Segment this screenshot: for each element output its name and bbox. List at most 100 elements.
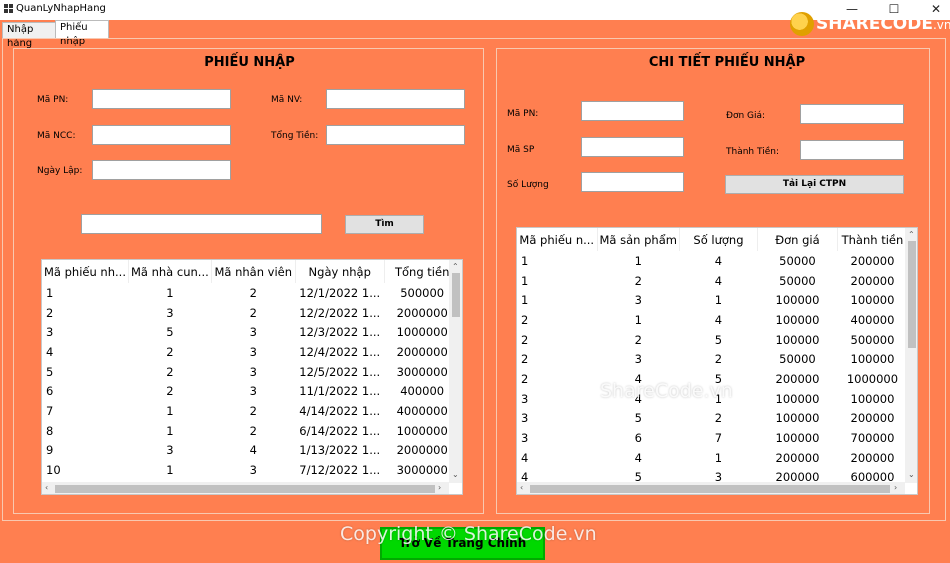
thanh-tien-input[interactable] xyxy=(800,140,904,160)
scroll-up-icon[interactable]: ⌃ xyxy=(908,230,915,240)
phieu-nhap-table[interactable]: Mã phiếu nh... Mã nhà cun... Mã nhân viê… xyxy=(41,259,463,495)
table-row[interactable]: 1 2 4 50000 200000 xyxy=(517,271,907,291)
column-header[interactable]: Mã nhân viên xyxy=(211,260,296,283)
table-cell: 100000 xyxy=(850,352,895,367)
table-cell: 200000 xyxy=(775,371,820,386)
table-cell: 100000 xyxy=(775,411,820,426)
table-row[interactable]: 2 3 2 12/2/2022 1... 2000000 xyxy=(42,303,460,323)
scroll-thumb[interactable] xyxy=(55,485,435,493)
table-cell: 2 xyxy=(166,344,174,359)
table-cell: 12/4/2022 1... xyxy=(299,344,381,359)
ma-nv-input[interactable] xyxy=(326,89,465,109)
column-header[interactable]: Mã phiếu n... xyxy=(517,228,598,251)
thanh-tien-label: Thành Tiền: xyxy=(726,147,779,157)
column-header[interactable]: Thành tiền xyxy=(837,228,908,251)
table-cell: 2 xyxy=(249,423,257,438)
search-button[interactable]: Tìm xyxy=(345,215,424,234)
table-row[interactable]: 2 1 4 100000 400000 xyxy=(517,310,907,330)
table-row[interactable]: 2 2 5 100000 500000 xyxy=(517,330,907,350)
don-gia-label: Đơn Giá: xyxy=(726,111,766,121)
table-cell: 5 xyxy=(714,332,723,347)
table-row[interactable]: 5 2 3 12/5/2022 1... 3000000 xyxy=(42,362,460,382)
ma-pn-input[interactable] xyxy=(92,89,231,109)
table-row[interactable]: 6 2 3 11/1/2022 1... 400000 xyxy=(42,381,460,401)
reload-ctpn-button[interactable]: Tải Lại CTPN xyxy=(725,175,904,194)
scroll-down-icon[interactable]: ⌄ xyxy=(452,470,459,480)
table-row[interactable]: 4 2 3 12/4/2022 1... 2000000 xyxy=(42,342,460,362)
table-cell: 6 xyxy=(634,431,642,446)
table-cell: 100000 xyxy=(775,293,820,308)
column-header[interactable]: Mã phiếu nh... xyxy=(42,260,129,283)
table-cell: 7 xyxy=(714,431,723,446)
table-cell: 9 xyxy=(46,443,54,458)
ma-sp-label: Mã SP xyxy=(507,145,535,155)
table-cell: 11/1/2022 1... xyxy=(299,384,381,399)
table-row[interactable]: 10 1 3 7/12/2022 1... 3000000 xyxy=(42,460,460,480)
column-header[interactable]: Đơn giá xyxy=(757,228,838,251)
scroll-right-icon[interactable]: › xyxy=(438,483,441,493)
table-cell: 100000 xyxy=(775,332,820,347)
tab-phieu-nhap[interactable]: Phiếu nhập xyxy=(55,20,109,47)
table-cell: 3 xyxy=(249,325,257,340)
tong-tien-label: Tổng Tiền: xyxy=(271,131,319,141)
column-header[interactable]: Ngày nhập xyxy=(295,260,385,283)
column-header[interactable]: Mã sản phẩm xyxy=(597,228,680,251)
table-cell: 2 xyxy=(249,285,257,300)
table-row[interactable]: 3 5 3 12/3/2022 1... 1000000 xyxy=(42,322,460,342)
table-cell: 3 xyxy=(166,305,174,320)
column-header[interactable]: Mã nhà cun... xyxy=(128,260,212,283)
ma-ncc-input[interactable] xyxy=(92,125,231,145)
ma-sp-input[interactable] xyxy=(581,137,684,157)
scroll-left-icon[interactable]: ‹ xyxy=(520,483,523,493)
scroll-left-icon[interactable]: ‹ xyxy=(45,483,48,493)
ngay-lap-input[interactable] xyxy=(92,160,231,180)
table-cell: 4 xyxy=(249,443,257,458)
scroll-thumb[interactable] xyxy=(452,273,460,317)
search-input[interactable] xyxy=(81,214,322,234)
don-gia-input[interactable] xyxy=(800,104,904,124)
table-cell: 2 xyxy=(521,371,529,386)
table-cell: 3 xyxy=(46,325,54,340)
table-row[interactable]: 3 6 7 100000 700000 xyxy=(517,428,907,448)
table-row[interactable]: 7 1 2 4/14/2022 1... 4000000 xyxy=(42,401,460,421)
table-row[interactable]: 8 1 2 6/14/2022 1... 1000000 xyxy=(42,421,460,441)
chi-tiet-group: CHI TIẾT PHIẾU NHẬP Mã PN: Đơn Giá: Mã S… xyxy=(496,48,930,514)
table-cell: 12/1/2022 1... xyxy=(299,285,381,300)
table-row[interactable]: 1 1 4 50000 200000 xyxy=(517,251,907,271)
table-cell: 1000000 xyxy=(846,371,899,386)
chi-tiet-table[interactable]: Mã phiếu n... Mã sản phẩm Số lượng Đơn g… xyxy=(516,227,918,495)
vertical-scrollbar[interactable]: ⌃ ⌄ xyxy=(905,228,917,483)
table-row[interactable]: 1 1 2 12/1/2022 1... 500000 xyxy=(42,283,460,303)
so-luong-input[interactable] xyxy=(581,172,684,192)
scroll-down-icon[interactable]: ⌄ xyxy=(908,470,915,480)
table-cell: 2 xyxy=(714,411,723,426)
table-cell: 1 xyxy=(634,312,642,327)
table-cell: 2 xyxy=(521,312,529,327)
table-row[interactable]: 9 3 4 1/13/2022 1... 2000000 xyxy=(42,441,460,461)
scroll-right-icon[interactable]: › xyxy=(894,483,897,493)
tab-nhap-hang[interactable]: Nhập hàng xyxy=(2,22,56,49)
table-cell: 4 xyxy=(46,344,54,359)
scroll-thumb[interactable] xyxy=(530,485,890,493)
table-cell: 4 xyxy=(634,450,642,465)
ngay-lap-label: Ngày Lập: xyxy=(37,166,83,176)
table-cell: 50000 xyxy=(779,273,816,288)
column-header[interactable]: Số lượng xyxy=(679,228,758,251)
chi-tiet-title: CHI TIẾT PHIẾU NHẬP xyxy=(648,55,806,70)
table-cell: 1 xyxy=(714,450,723,465)
table-row[interactable]: 1 3 1 100000 100000 xyxy=(517,290,907,310)
scroll-thumb[interactable] xyxy=(908,241,916,348)
table-cell: 100000 xyxy=(850,391,895,406)
tong-tien-input[interactable] xyxy=(326,125,465,145)
ct-ma-pn-input[interactable] xyxy=(581,101,684,121)
table-cell: 4 xyxy=(714,273,723,288)
horizontal-scrollbar[interactable]: ‹ › xyxy=(517,482,905,494)
table-cell: 1 xyxy=(521,273,529,288)
table-row[interactable]: 3 5 2 100000 200000 xyxy=(517,409,907,429)
table-cell: 2 xyxy=(46,305,54,320)
vertical-scrollbar[interactable]: ⌃ ⌄ xyxy=(449,260,462,483)
scroll-up-icon[interactable]: ⌃ xyxy=(452,262,459,272)
table-row[interactable]: 2 3 2 50000 100000 xyxy=(517,349,907,369)
horizontal-scrollbar[interactable]: ‹ › xyxy=(42,482,449,494)
table-row[interactable]: 4 4 1 200000 200000 xyxy=(517,448,907,468)
